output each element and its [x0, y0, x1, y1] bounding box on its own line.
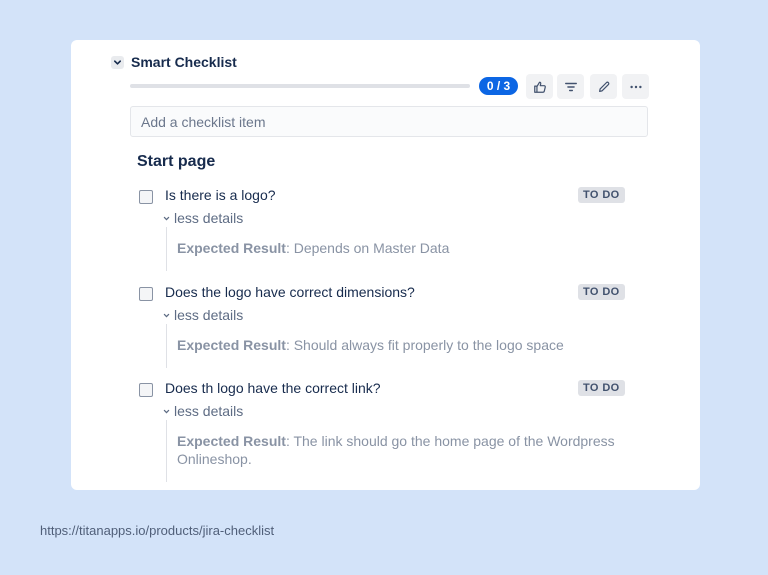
- item-checkbox[interactable]: [139, 383, 153, 397]
- filter-icon: [564, 82, 577, 91]
- item-text[interactable]: Is there is a logo?: [165, 187, 276, 203]
- progress-count-badge: 0 / 3: [479, 77, 518, 95]
- checklist-card: Smart Checklist 0 / 3 Start page Is ther…: [71, 40, 700, 490]
- more-icon: [629, 85, 642, 88]
- detail-text: : Should always fit properly to the logo…: [285, 337, 564, 353]
- item-details: Expected Result: Depends on Master Data: [166, 227, 647, 271]
- like-button[interactable]: [526, 74, 553, 99]
- detail-label: Expected Result: [177, 433, 286, 449]
- checklist-title: Smart Checklist: [131, 54, 237, 70]
- less-details-toggle[interactable]: less details: [163, 210, 243, 226]
- item-checkbox[interactable]: [139, 287, 153, 301]
- detail-label: Expected Result: [177, 240, 286, 256]
- status-badge[interactable]: TO DO: [578, 284, 625, 300]
- item-text[interactable]: Does th logo have the correct link?: [165, 380, 381, 396]
- toggle-label: less details: [174, 210, 244, 226]
- less-details-toggle[interactable]: less details: [163, 307, 243, 323]
- checklist-header: Smart Checklist: [111, 52, 237, 72]
- item-checkbox[interactable]: [139, 190, 153, 204]
- detail-text: : Depends on Master Data: [285, 240, 450, 256]
- like-icon: [533, 81, 546, 93]
- item-details: Expected Result: Should always fit prope…: [166, 324, 647, 368]
- more-button[interactable]: [622, 74, 649, 99]
- progress-bar: [130, 84, 470, 88]
- detail-label: Expected Result: [177, 337, 286, 353]
- edit-icon: [598, 81, 609, 92]
- chevron-down-icon: [163, 409, 170, 413]
- status-badge[interactable]: TO DO: [578, 380, 625, 396]
- toggle-label: less details: [174, 307, 244, 323]
- status-badge[interactable]: TO DO: [578, 187, 625, 203]
- section-title: Start page: [137, 153, 216, 170]
- footer-url: https://titanapps.io/products/jira-check…: [40, 523, 275, 538]
- filter-button[interactable]: [557, 74, 584, 99]
- chevron-down-icon: [163, 313, 170, 317]
- item-details: Expected Result: The link should go the …: [166, 420, 647, 482]
- edit-button[interactable]: [590, 74, 617, 99]
- chevron-down-icon: [113, 59, 122, 65]
- less-details-toggle[interactable]: less details: [163, 403, 243, 419]
- add-item-input[interactable]: [130, 106, 648, 137]
- toggle-label: less details: [174, 403, 244, 419]
- collapse-button[interactable]: [111, 55, 124, 69]
- item-text[interactable]: Does the logo have correct dimensions?: [165, 284, 415, 300]
- chevron-down-icon: [163, 216, 170, 220]
